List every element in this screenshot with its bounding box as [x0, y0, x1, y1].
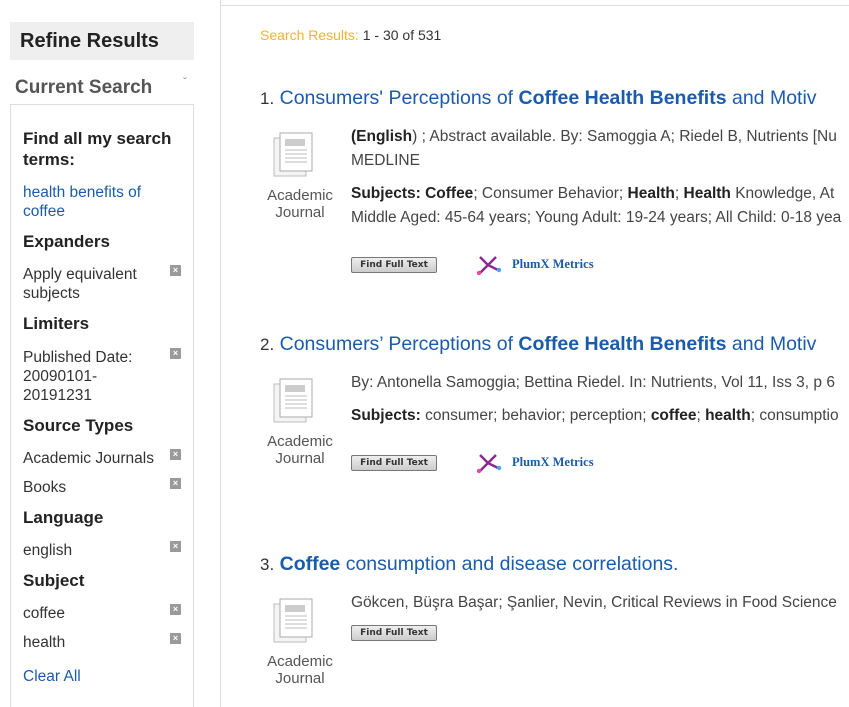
result-title[interactable]: 1. Consumers' Perceptions of Coffee Heal…: [260, 87, 817, 110]
result-subjects: Subjects: Coffee; Consumer Behavior; Hea…: [351, 185, 842, 226]
remove-source-type-icon[interactable]: ×: [170, 478, 181, 489]
result-meta: (English) ; Abstract available. By: Samo…: [351, 128, 837, 169]
doc-type-label: Academic Journal: [267, 653, 333, 687]
search-terms-link[interactable]: health benefits of coffee: [23, 183, 141, 221]
remove-subject-icon[interactable]: ×: [170, 604, 181, 615]
result-title[interactable]: 3. Coffee consumption and disease correl…: [260, 553, 678, 576]
language-english: english: [23, 542, 73, 559]
result-meta: By: Antonella Samoggia; Bettina Riedel. …: [351, 374, 835, 391]
remove-subject-icon[interactable]: ×: [170, 633, 181, 644]
find-terms-heading: Find all my search terms:: [23, 129, 172, 169]
expander-equivalent-subjects: Apply equivalent subjects: [23, 266, 137, 302]
remove-expander-icon[interactable]: ×: [170, 265, 181, 276]
subject-heading: Subject: [23, 571, 85, 590]
expanders-heading: Expanders: [23, 232, 110, 251]
find-full-text-button[interactable]: Find Full Text: [351, 257, 437, 273]
current-search-heading[interactable]: Current Search: [15, 77, 152, 99]
journal-icon[interactable]: [270, 596, 320, 646]
plumx-icon: [476, 256, 502, 276]
clear-all-link[interactable]: Clear All: [23, 667, 81, 686]
limiters-heading: Limiters: [23, 314, 90, 333]
result-title[interactable]: 2. Consumers’ Perceptions of Coffee Heal…: [260, 333, 816, 356]
journal-icon[interactable]: [270, 130, 320, 180]
source-type-books: Books: [23, 479, 67, 496]
subject-coffee: coffee: [23, 605, 65, 622]
search-results-count: Search Results: 1 - 30 of 531: [260, 27, 442, 43]
doc-type-label: Academic Journal: [267, 433, 333, 467]
result-subjects: Subjects: consumer; behavior; perception…: [351, 407, 839, 424]
journal-icon[interactable]: [270, 376, 320, 426]
doc-type-label: Academic Journal: [267, 187, 333, 221]
find-full-text-button[interactable]: Find Full Text: [351, 455, 437, 471]
plumx-icon: [476, 454, 502, 474]
find-full-text-button[interactable]: Find Full Text: [351, 625, 437, 641]
top-divider: [221, 5, 849, 6]
chevron-down-icon[interactable]: ˇ: [183, 75, 187, 89]
refine-sidebar: Refine Results Current Search ˇ Find all…: [0, 0, 221, 707]
subject-health: health: [23, 634, 66, 651]
source-types-heading: Source Types: [23, 416, 134, 435]
remove-limiter-icon[interactable]: ×: [170, 348, 181, 359]
limiter-published-date: Published Date: 20090101- 20191231: [23, 349, 133, 404]
remove-language-icon[interactable]: ×: [170, 541, 181, 552]
remove-source-type-icon[interactable]: ×: [170, 449, 181, 460]
refine-results-title: Refine Results: [10, 22, 194, 60]
result-meta: Gökcen, Büşra Başar; Şanlier, Nevin, Cri…: [351, 594, 837, 611]
source-type-academic-journals: Academic Journals: [23, 450, 154, 467]
language-heading: Language: [23, 508, 104, 527]
